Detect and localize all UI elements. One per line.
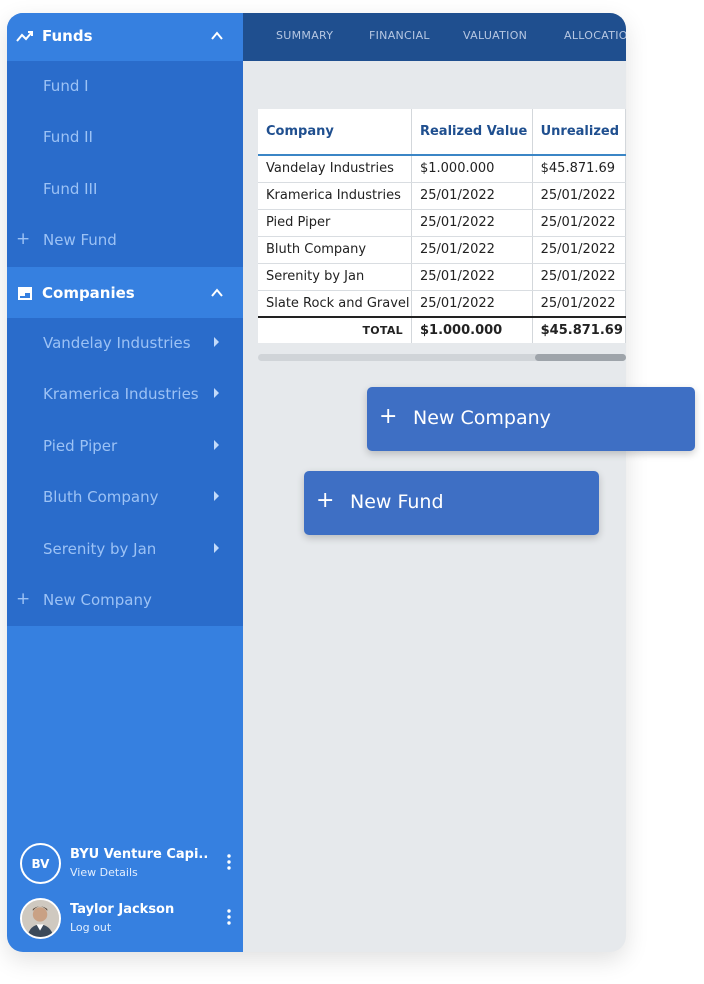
trend-line-icon <box>16 31 33 42</box>
chevron-up-icon[interactable] <box>210 29 224 43</box>
plus-icon: + <box>316 488 335 513</box>
table-row[interactable]: Kramerica Industries 25/01/2022 25/01/20… <box>258 182 626 210</box>
sidebar: Funds Fund I Fund II Fund III + New Fund <box>7 13 243 952</box>
cell-company: Bluth Company <box>258 236 412 264</box>
caret-right-icon <box>214 337 219 347</box>
cell-unrealized: 25/01/2022 <box>532 263 626 291</box>
cell-unrealized: 25/01/2022 <box>532 209 626 237</box>
companies-table: Company Realized Value Unrealized Vandel… <box>258 109 626 343</box>
sidebar-item-pied-piper[interactable]: Pied Piper <box>7 421 243 472</box>
tab-financial[interactable]: FINANCIAL <box>369 29 430 42</box>
sidebar-item-label: Kramerica Industries <box>43 385 199 403</box>
funds-group-header[interactable]: Funds <box>7 13 243 61</box>
org-avatar: BV <box>20 843 61 884</box>
sidebar-item-label: Pied Piper <box>43 437 118 455</box>
org-account[interactable]: BV BYU Venture Capi.. View Details <box>7 838 243 888</box>
user-avatar <box>20 898 61 939</box>
horizontal-scrollbar[interactable] <box>258 354 626 361</box>
top-tab-bar: SUMMARY FINANCIAL VALUATION ALLOCATIO <box>243 13 626 61</box>
column-header-unrealized[interactable]: Unrealized <box>532 109 626 156</box>
sidebar-item-fund-2[interactable]: Fund II <box>7 112 243 163</box>
tab-allocation[interactable]: ALLOCATIO <box>564 29 626 42</box>
tab-summary[interactable]: SUMMARY <box>276 29 333 42</box>
cell-realized: 25/01/2022 <box>411 209 533 237</box>
companies-group-header[interactable]: Companies <box>7 267 243 318</box>
cell-realized: 25/01/2022 <box>411 182 533 210</box>
sidebar-item-kramerica-industries[interactable]: Kramerica Industries <box>7 369 243 420</box>
new-fund-button-label: New Fund <box>350 491 444 513</box>
cell-realized: 25/01/2022 <box>411 263 533 291</box>
funds-group-label: Funds <box>42 27 93 45</box>
column-header-company[interactable]: Company <box>258 109 412 156</box>
table-row[interactable]: Pied Piper 25/01/2022 25/01/2022 <box>258 209 626 237</box>
sidebar-item-fund-3[interactable]: Fund III <box>7 164 243 215</box>
user-account[interactable]: Taylor Jackson Log out <box>7 893 243 943</box>
new-company-button[interactable]: + New Company <box>367 387 695 451</box>
new-fund-button[interactable]: + New Fund <box>304 471 599 535</box>
sidebar-item-label: Fund II <box>43 128 93 146</box>
total-unrealized: $45.871.69 <box>532 316 626 343</box>
cell-unrealized: 25/01/2022 <box>532 236 626 264</box>
cell-unrealized: $45.871.69 <box>532 155 626 183</box>
sidebar-item-label: Fund III <box>43 180 98 198</box>
plus-icon: + <box>16 229 31 249</box>
caret-right-icon <box>214 388 219 398</box>
sidebar-item-bluth-company[interactable]: Bluth Company <box>7 472 243 523</box>
storefront-icon <box>18 287 32 300</box>
caret-right-icon <box>214 491 219 501</box>
scrollbar-thumb[interactable] <box>535 354 626 361</box>
plus-icon: + <box>379 404 398 429</box>
cell-unrealized: 25/01/2022 <box>532 290 626 318</box>
total-label: TOTAL <box>258 316 412 343</box>
new-company-link[interactable]: + New Company <box>7 575 243 626</box>
caret-right-icon <box>214 440 219 450</box>
caret-right-icon <box>214 543 219 553</box>
cell-company: Pied Piper <box>258 209 412 237</box>
table-row[interactable]: Serenity by Jan 25/01/2022 25/01/2022 <box>258 263 626 291</box>
total-realized: $1.000.000 <box>411 316 533 343</box>
org-name: BYU Venture Capi.. <box>70 847 209 862</box>
cell-company: Serenity by Jan <box>258 263 412 291</box>
more-vertical-icon[interactable] <box>227 909 231 925</box>
table-row[interactable]: Slate Rock and Gravel 25/01/2022 25/01/2… <box>258 290 626 318</box>
plus-icon: + <box>16 589 31 609</box>
table-row[interactable]: Bluth Company 25/01/2022 25/01/2022 <box>258 236 626 264</box>
column-header-realized-value[interactable]: Realized Value <box>411 109 533 156</box>
sidebar-item-label: Vandelay Industries <box>43 334 191 352</box>
cell-company: Kramerica Industries <box>258 182 412 210</box>
companies-group-label: Companies <box>42 284 135 302</box>
chevron-up-icon[interactable] <box>210 286 224 300</box>
logout-link[interactable]: Log out <box>70 921 111 934</box>
view-details-link[interactable]: View Details <box>70 866 138 879</box>
sidebar-item-label: Fund I <box>43 77 89 95</box>
cell-unrealized: 25/01/2022 <box>532 182 626 210</box>
cell-realized: 25/01/2022 <box>411 290 533 318</box>
table-header-row: Company Realized Value Unrealized <box>258 109 626 156</box>
sidebar-item-serenity-by-jan[interactable]: Serenity by Jan <box>7 524 243 575</box>
sidebar-item-fund-1[interactable]: Fund I <box>7 61 243 112</box>
sidebar-item-label: New Fund <box>43 231 117 249</box>
companies-list: Vandelay Industries Kramerica Industries… <box>7 318 243 626</box>
sidebar-item-label: Bluth Company <box>43 488 159 506</box>
funds-list: Fund I Fund II Fund III + New Fund <box>7 61 243 267</box>
sidebar-item-label: New Company <box>43 591 152 609</box>
new-fund-link[interactable]: + New Fund <box>7 215 243 266</box>
user-photo <box>22 900 59 937</box>
cell-realized: 25/01/2022 <box>411 236 533 264</box>
table-total-row: TOTAL $1.000.000 $45.871.69 <box>258 316 626 343</box>
data-table: Company Realized Value Unrealized Vandel… <box>258 109 626 343</box>
table-row[interactable]: Vandelay Industries $1.000.000 $45.871.6… <box>258 155 626 183</box>
sidebar-item-label: Serenity by Jan <box>43 540 157 558</box>
tab-valuation[interactable]: VALUATION <box>463 29 527 42</box>
more-vertical-icon[interactable] <box>227 854 231 870</box>
sidebar-item-vandelay-industries[interactable]: Vandelay Industries <box>7 318 243 369</box>
new-company-button-label: New Company <box>413 407 551 429</box>
cell-company: Vandelay Industries <box>258 155 412 183</box>
user-name: Taylor Jackson <box>70 902 175 917</box>
cell-company: Slate Rock and Gravel <box>258 290 412 318</box>
cell-realized: $1.000.000 <box>411 155 533 183</box>
